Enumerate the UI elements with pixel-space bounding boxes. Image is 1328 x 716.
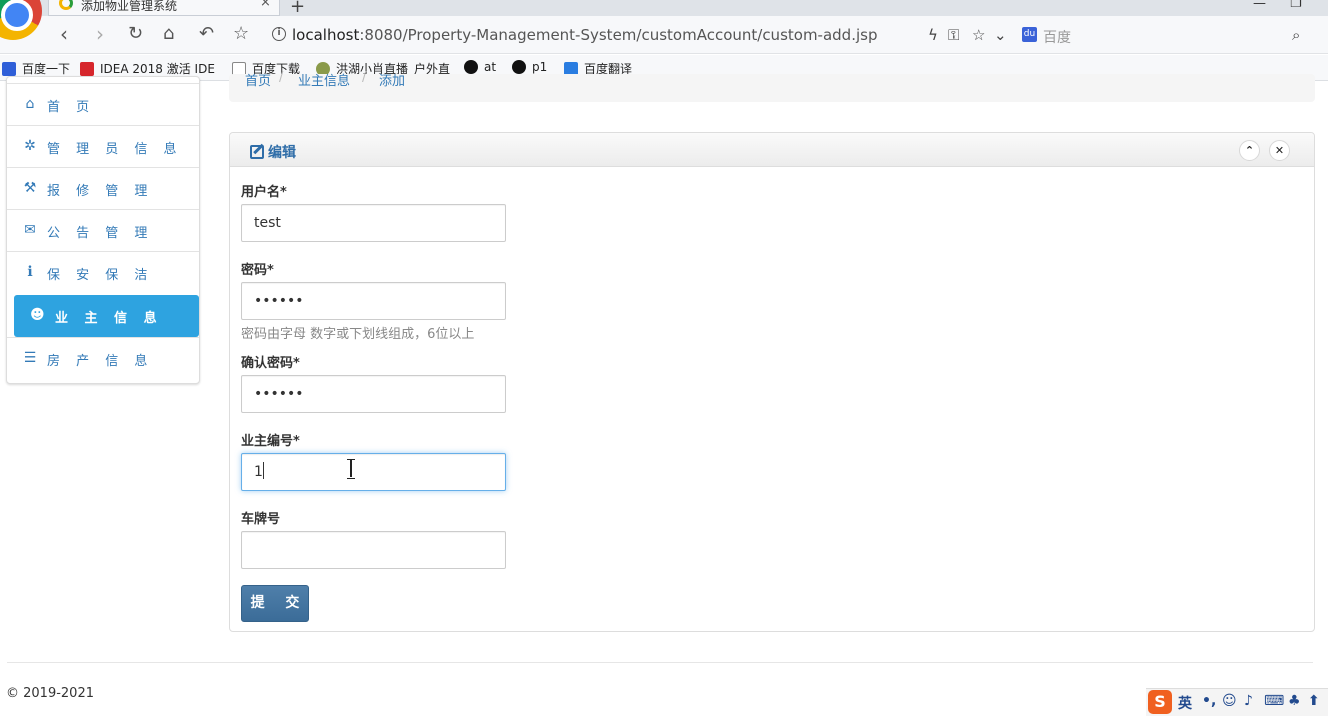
bookmark-label: p1 <box>532 60 548 74</box>
plate-input[interactable] <box>241 531 506 569</box>
password-help-text: 密码由字母 数字或下划线组成，6位以上 <box>241 327 475 342</box>
search-icon[interactable]: ⌕ <box>1292 26 1300 44</box>
sidebar-nav: ⌂ 首 页 ✲ 管 理 员 信 息 ⚒ 报 修 管 理 ✉ 公 告 管 理 ℹ … <box>6 76 200 384</box>
breadcrumb: 首页 / 业主信息 / 添加 <box>229 70 1315 102</box>
github-icon <box>464 60 478 74</box>
sidebar-item-label: 管 理 员 信 息 <box>47 142 183 157</box>
sidebar-item-label: 报 修 管 理 <box>47 184 154 199</box>
bookmark-label: at <box>484 60 497 74</box>
edit-panel: 编辑 ⌃ ✕ 用户名* test 密码* •••••• 密码由字母 数字或下划线… <box>229 132 1315 632</box>
sidebar-item-owner[interactable]: ☻ 业 主 信 息 <box>14 295 199 337</box>
wrench-icon: ⚒ <box>23 180 37 196</box>
panel-title-text: 编辑 <box>268 145 296 161</box>
back-icon[interactable]: ‹ <box>60 24 68 44</box>
breadcrumb-add: 添加 <box>379 74 406 89</box>
ime-mode[interactable]: 英 <box>1178 693 1192 713</box>
footer-copyright: © 2019-2021 <box>6 686 94 701</box>
confirm-password-input[interactable]: •••••• <box>241 375 506 413</box>
sidebar-item-label: 保 安 保 洁 <box>47 268 154 283</box>
breadcrumb-separator: / <box>279 70 284 85</box>
sidebar-item-repair[interactable]: ⚒ 报 修 管 理 <box>7 167 199 209</box>
search-input[interactable]: 百度 <box>1043 27 1071 47</box>
forward-icon[interactable]: › <box>96 24 104 44</box>
sidebar-item-label: 房 产 信 息 <box>47 354 154 369</box>
sidebar-item-property[interactable]: ☰ 房 产 信 息 <box>7 337 199 379</box>
plate-label: 车牌号 <box>241 512 281 527</box>
owner-id-input[interactable]: 1 <box>241 453 506 491</box>
browser-tab[interactable]: 添加物业管理系统 × <box>48 0 280 16</box>
microphone-icon[interactable]: ♪ <box>1244 693 1253 709</box>
panel-header: 编辑 ⌃ ✕ <box>230 133 1314 167</box>
reload-icon[interactable]: ↻ <box>128 24 143 44</box>
home-nav-icon[interactable]: ⌂ <box>163 24 174 44</box>
bookmark-item[interactable]: p1 <box>512 60 547 74</box>
breadcrumb-separator: / <box>362 70 367 85</box>
password-input[interactable]: •••••• <box>241 282 506 320</box>
sidebar-item-security[interactable]: ℹ 保 安 保 洁 <box>7 251 199 293</box>
bookmark-item[interactable]: at <box>464 60 496 74</box>
password-label: 密码* <box>241 263 274 278</box>
emoji-icon[interactable]: ☺ <box>1222 693 1237 709</box>
bookmark-item[interactable]: IDEA 2018 激活 IDE <box>80 60 215 77</box>
browser-tab-strip: 添加物业管理系统 × + — ❐ <box>0 0 1328 16</box>
skin-icon[interactable]: ♣ <box>1288 693 1301 709</box>
footer-divider <box>7 662 1313 663</box>
undo-close-icon[interactable]: ↶ <box>199 24 214 44</box>
home-icon: ⌂ <box>25 96 35 112</box>
maximize-icon[interactable]: ❐ <box>1290 0 1302 11</box>
gear-icon: ✲ <box>24 138 36 154</box>
tab-title: 添加物业管理系统 <box>81 0 178 13</box>
sidebar-item-admin[interactable]: ✲ 管 理 员 信 息 <box>7 125 199 167</box>
text-cursor-icon <box>347 459 355 479</box>
text-caret <box>262 462 264 479</box>
edit-icon <box>250 145 264 159</box>
bookmark-label: 百度一下 <box>22 62 71 76</box>
owner-id-value: 1 <box>254 464 263 480</box>
minimize-icon[interactable]: — <box>1253 0 1266 11</box>
baidu-search-icon: du <box>1022 27 1037 42</box>
sidebar-item-label: 首 页 <box>47 100 96 115</box>
url-path: :8080/Property-Management-System/customA… <box>359 26 878 44</box>
keyboard-icon[interactable]: ⌨ <box>1264 693 1284 709</box>
sidebar-item-notice[interactable]: ✉ 公 告 管 理 <box>7 209 199 251</box>
punctuation-icon[interactable]: •, <box>1202 693 1216 709</box>
panel-title: 编辑 <box>250 142 296 162</box>
sidebar-item-label: 公 告 管 理 <box>47 226 154 241</box>
confirm-password-label: 确认密码* <box>241 356 300 371</box>
collapse-icon[interactable]: ⌃ <box>1239 140 1260 161</box>
address-bar[interactable]: localhost:8080/Property-Management-Syste… <box>292 26 877 44</box>
sidebar-item-home[interactable]: ⌂ 首 页 <box>7 83 199 125</box>
sidebar-item-label: 业 主 信 息 <box>55 311 163 326</box>
c-logo-icon <box>80 62 94 76</box>
list-icon: ☰ <box>23 350 37 366</box>
site-info-icon[interactable]: i <box>272 27 286 41</box>
info-icon: ℹ <box>27 264 33 280</box>
baidu-paw-icon <box>2 62 16 76</box>
favorite-icon[interactable]: ☆ <box>972 26 985 44</box>
tab-close-icon[interactable]: × <box>260 0 271 10</box>
tools-icon[interactable]: ⬆ <box>1308 693 1320 709</box>
owner-id-label: 业主编号* <box>241 434 300 449</box>
flash-icon[interactable]: ϟ <box>928 26 938 44</box>
github-icon <box>512 60 526 74</box>
breadcrumb-home[interactable]: 首页 <box>245 70 271 89</box>
user-icon: ☻ <box>30 307 45 323</box>
username-label: 用户名* <box>241 185 287 200</box>
key-icon[interactable]: ⚿ <box>948 26 959 44</box>
tab-favicon-icon <box>59 0 73 10</box>
url-host: localhost <box>292 26 360 44</box>
ime-toolbar: S 英 •, ☺ ♪ ⌨ ♣ ⬆ <box>1146 688 1328 716</box>
breadcrumb-owner[interactable]: 业主信息 <box>298 70 350 89</box>
page-content: ⌂ 首 页 ✲ 管 理 员 信 息 ⚒ 报 修 管 理 ✉ 公 告 管 理 ℹ … <box>0 70 1328 716</box>
username-input[interactable]: test <box>241 204 506 242</box>
bookmark-label: IDEA 2018 激活 IDE <box>100 62 215 76</box>
sogou-logo-icon[interactable]: S <box>1148 690 1172 714</box>
close-icon[interactable]: ✕ <box>1269 140 1290 161</box>
new-tab-button[interactable]: + <box>290 0 305 16</box>
envelope-icon: ✉ <box>24 222 36 238</box>
submit-button[interactable]: 提 交 <box>241 585 309 622</box>
bookmark-star-icon[interactable]: ☆ <box>233 24 249 44</box>
bookmark-item[interactable]: 百度一下 <box>2 60 70 77</box>
dropdown-chevron-icon[interactable]: ⌄ <box>994 26 1007 44</box>
